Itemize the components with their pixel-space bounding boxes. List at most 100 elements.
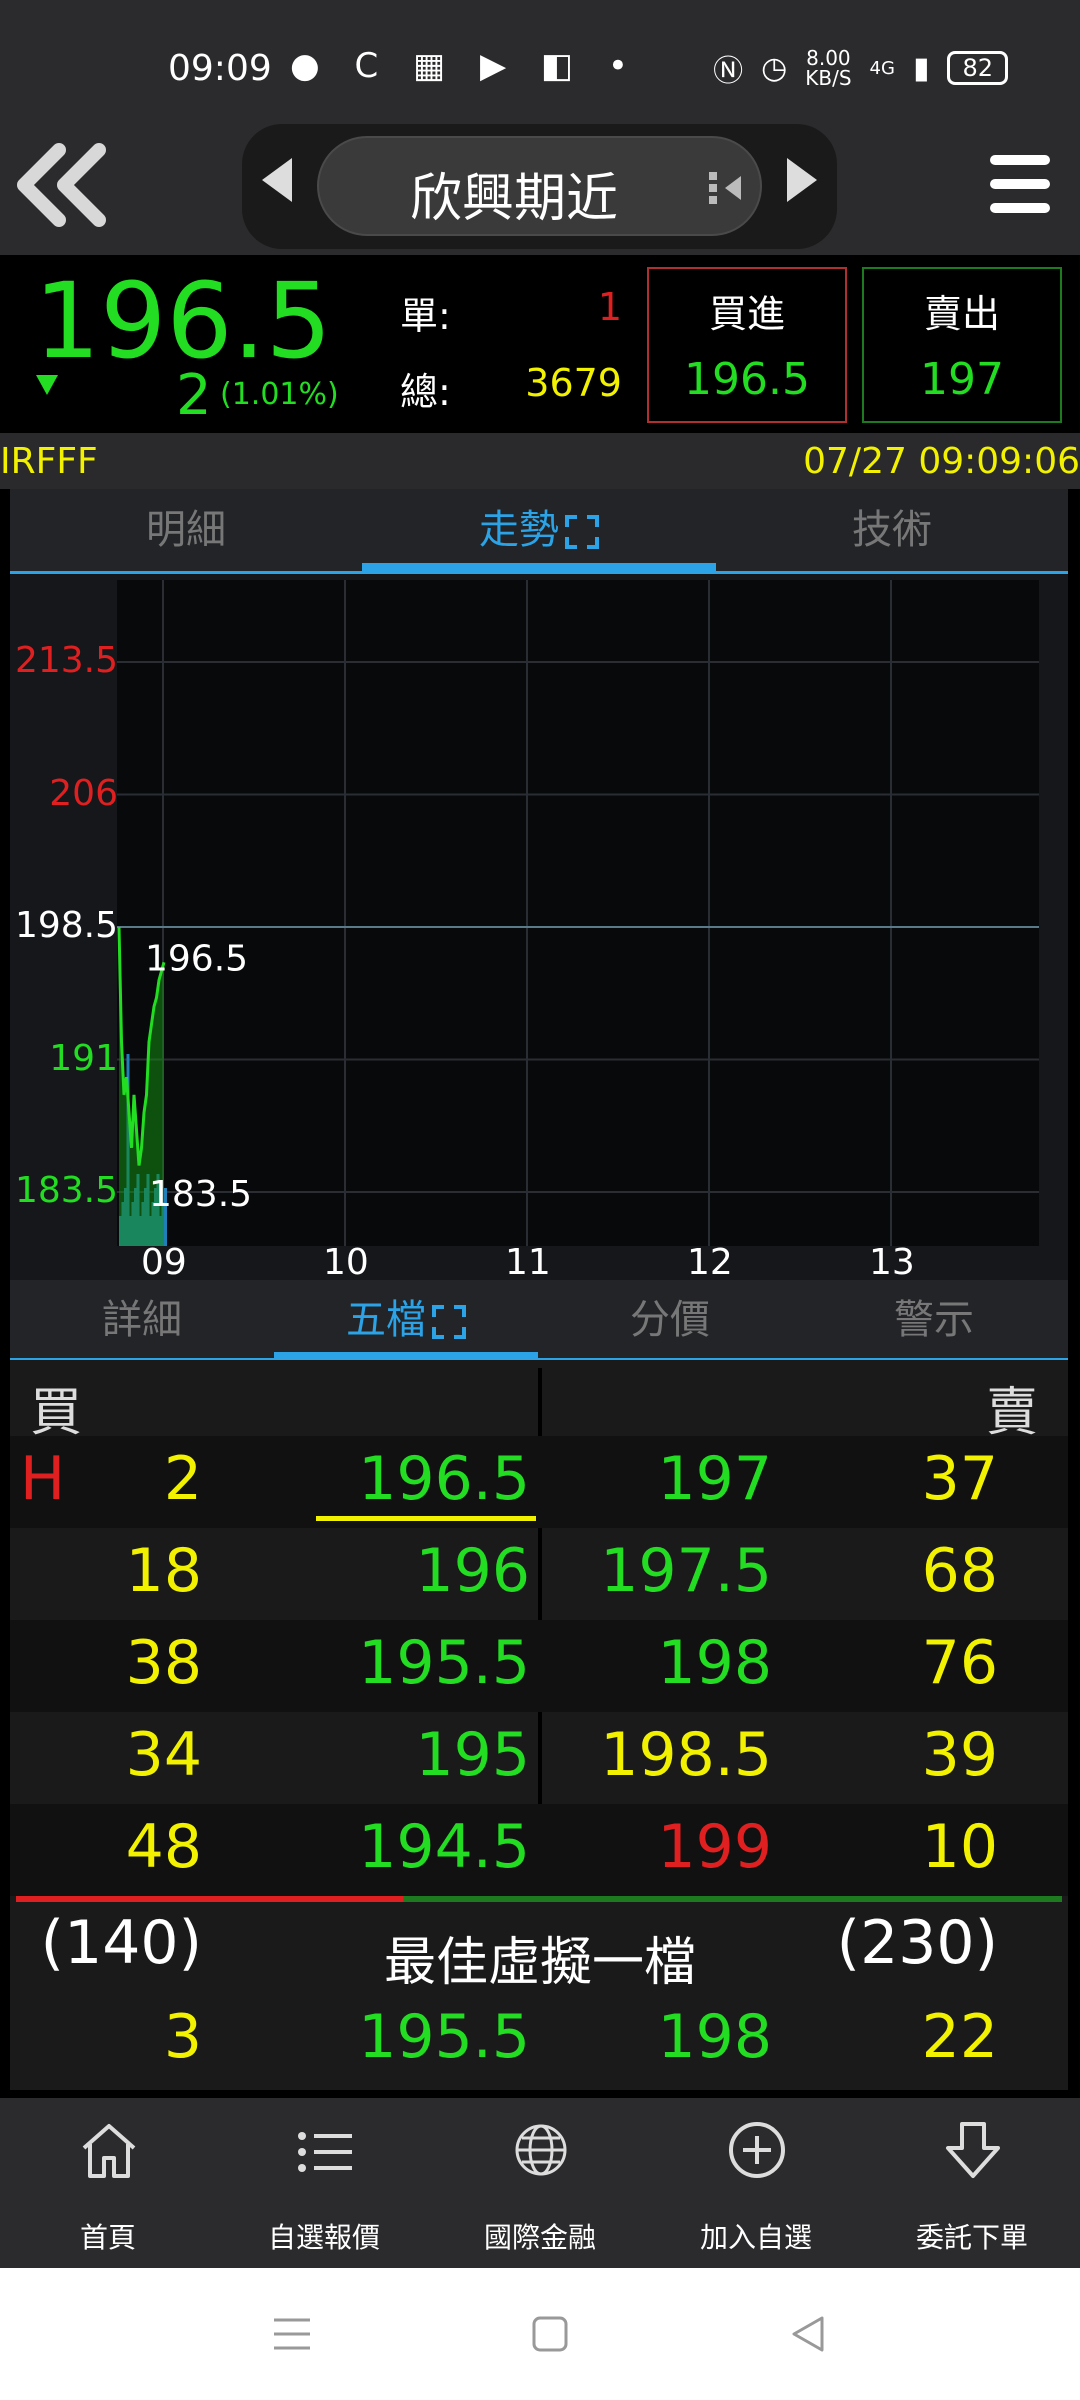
y-tick-label: 183.5 <box>14 1170 118 1211</box>
back-triangle-icon[interactable] <box>786 2312 830 2356</box>
buy-box[interactable]: 買進 196.5 <box>647 267 847 423</box>
status-bar: 09:09 ● C ▦ ▶ ◧ • Ⓝ ◷ 8.00 KB/S 4G ▮ 82 <box>0 0 1080 120</box>
ask-price: 199 <box>657 1812 772 1882</box>
nav-home-label: 首頁 <box>79 2221 136 2254</box>
virtual-bid-price: 195.5 <box>358 2002 530 2072</box>
nav-order-label: 委託下單 <box>915 2221 1028 2254</box>
x-tick-label: 13 <box>869 1242 915 1283</box>
book-tabs: 詳細 五檔 分價 警示 <box>10 1280 1068 1360</box>
nav-global[interactable]: 國際金融 <box>432 2098 648 2268</box>
tab-five-levels-label: 五檔 <box>346 1297 426 1343</box>
recent-apps-icon[interactable] <box>270 2314 314 2354</box>
chart-tabs: 明細 走勢 技術 <box>10 489 1068 571</box>
network-label: 4G <box>869 57 895 79</box>
price-change-pct: (1.01%) <box>220 377 339 412</box>
bid-price: 195 <box>415 1720 530 1790</box>
ask-price: 197.5 <box>600 1536 772 1606</box>
single-volume-value: 1 <box>597 285 622 329</box>
globe-icon <box>515 2124 567 2176</box>
notification-icons: ● C ▦ ▶ ◧ • <box>290 46 640 86</box>
tab-detail[interactable]: 明細 <box>10 489 362 571</box>
ask-total: (230) <box>836 1908 998 1978</box>
y-tick-label: 206 <box>49 772 118 814</box>
battery-icon: 82 <box>947 51 1008 85</box>
book-row: 18 196 197.5 68 <box>10 1528 1068 1620</box>
nav-add-watch-label: 加入自選 <box>699 2221 812 2254</box>
bid-total: (140) <box>40 1908 202 1978</box>
low-annotation: 183.5 <box>149 1174 252 1215</box>
nav-home[interactable]: 首頁 <box>0 2098 216 2268</box>
x-tick-label: 11 <box>505 1242 551 1283</box>
single-volume-label: 單: <box>400 294 451 338</box>
y-tick-label: 198.5 <box>14 905 118 946</box>
tab-technical[interactable]: 技術 <box>716 489 1068 571</box>
book-row: 38 195.5 198 76 <box>10 1620 1068 1712</box>
sell-label: 賣出 <box>923 292 1000 336</box>
menu-button[interactable] <box>990 155 1050 215</box>
ask-qty: 39 <box>921 1720 998 1790</box>
bid-price: 194.5 <box>358 1812 530 1882</box>
system-nav-bar <box>0 2268 1080 2400</box>
order-icon <box>946 2122 1000 2178</box>
tab-quote-detail[interactable]: 詳細 <box>10 1280 274 1360</box>
chart-svg: 196.5 183.5 <box>117 580 1039 1246</box>
tab-trend-label: 走勢 <box>479 507 559 553</box>
symbol-switcher: 欣興期近 <box>242 124 837 249</box>
tab-alert[interactable]: 警示 <box>802 1280 1066 1360</box>
order-book: 買 賣 H 2 196.5 197 37 18 196 197.5 68 38 … <box>10 1360 1068 2090</box>
hamburger-icon <box>990 155 1050 165</box>
tab-trend[interactable]: 走勢 <box>362 489 716 571</box>
nav-global-label: 國際金融 <box>483 2221 596 2254</box>
expand-icon[interactable] <box>565 515 599 549</box>
double-chevron-left-icon <box>17 143 106 227</box>
symbol-row: IRFFF 07/27 09:09:06 <box>0 433 1080 489</box>
nav-bar: 欣興期近 <box>0 120 1080 255</box>
book-row: 34 195 198.5 39 <box>10 1712 1068 1804</box>
nfc-icon: Ⓝ <box>713 54 744 89</box>
total-volume-label: 總: <box>400 370 451 414</box>
bid-ask-ratio-bar <box>16 1896 1062 1902</box>
x-tick-label: 10 <box>323 1242 369 1283</box>
virtual-ask-qty: 22 <box>921 2002 998 2072</box>
sell-box[interactable]: 賣出 197 <box>862 267 1062 423</box>
prev-symbol-button[interactable] <box>262 158 292 202</box>
bid-price: 195.5 <box>358 1628 530 1698</box>
virtual-ask-price: 198 <box>657 2002 772 2072</box>
next-symbol-button[interactable] <box>787 158 817 202</box>
nav-order[interactable]: 委託下單 <box>864 2098 1080 2268</box>
tab-price-distribution[interactable]: 分價 <box>538 1280 802 1360</box>
reorder-icon <box>709 168 745 208</box>
status-right: Ⓝ ◷ 8.00 KB/S 4G ▮ 82 <box>713 46 1008 90</box>
last-trade-marker <box>316 1516 536 1521</box>
symbol-name-pill[interactable]: 欣興期近 <box>317 136 762 236</box>
quote-panel: 196.5 2 (1.01%) 單: 1 總: 3679 買進 196.5 賣出… <box>0 255 1080 433</box>
book-row: H 2 196.5 197 37 <box>10 1436 1068 1528</box>
virtual-bid-qty: 3 <box>163 2002 202 2072</box>
bid-price: 196.5 <box>358 1444 530 1514</box>
ask-qty: 76 <box>921 1628 998 1698</box>
virtual-row: 3 195.5 198 22 <box>10 1994 1068 2086</box>
ask-price: 198 <box>657 1628 772 1698</box>
buy-price: 196.5 <box>684 354 810 405</box>
y-tick-label: 213.5 <box>14 640 118 681</box>
high-annotation: 196.5 <box>145 938 248 979</box>
alarm-icon: ◷ <box>761 50 788 86</box>
x-tick-label: 12 <box>687 1242 733 1283</box>
ask-qty: 68 <box>921 1536 998 1606</box>
signal-icon: ▮ <box>912 50 930 86</box>
buy-header: 買 <box>30 1383 83 1443</box>
expand-icon[interactable] <box>432 1305 466 1339</box>
bid-qty: 2 <box>163 1444 202 1514</box>
home-icon <box>82 2124 136 2178</box>
bid-qty: 34 <box>125 1720 202 1790</box>
tab-underline <box>362 563 716 571</box>
symbol-title: 欣興期近 <box>409 169 618 229</box>
bid-qty: 48 <box>125 1812 202 1882</box>
home-square-icon[interactable] <box>528 2312 572 2356</box>
nav-add-watch[interactable]: 加入自選 <box>648 2098 864 2268</box>
tab-five-levels[interactable]: 五檔 <box>274 1280 538 1360</box>
total-volume-value: 3679 <box>525 361 622 405</box>
back-button[interactable] <box>14 140 114 230</box>
nav-watchlist[interactable]: 自選報價 <box>216 2098 432 2268</box>
add-circle-icon <box>729 2122 785 2178</box>
